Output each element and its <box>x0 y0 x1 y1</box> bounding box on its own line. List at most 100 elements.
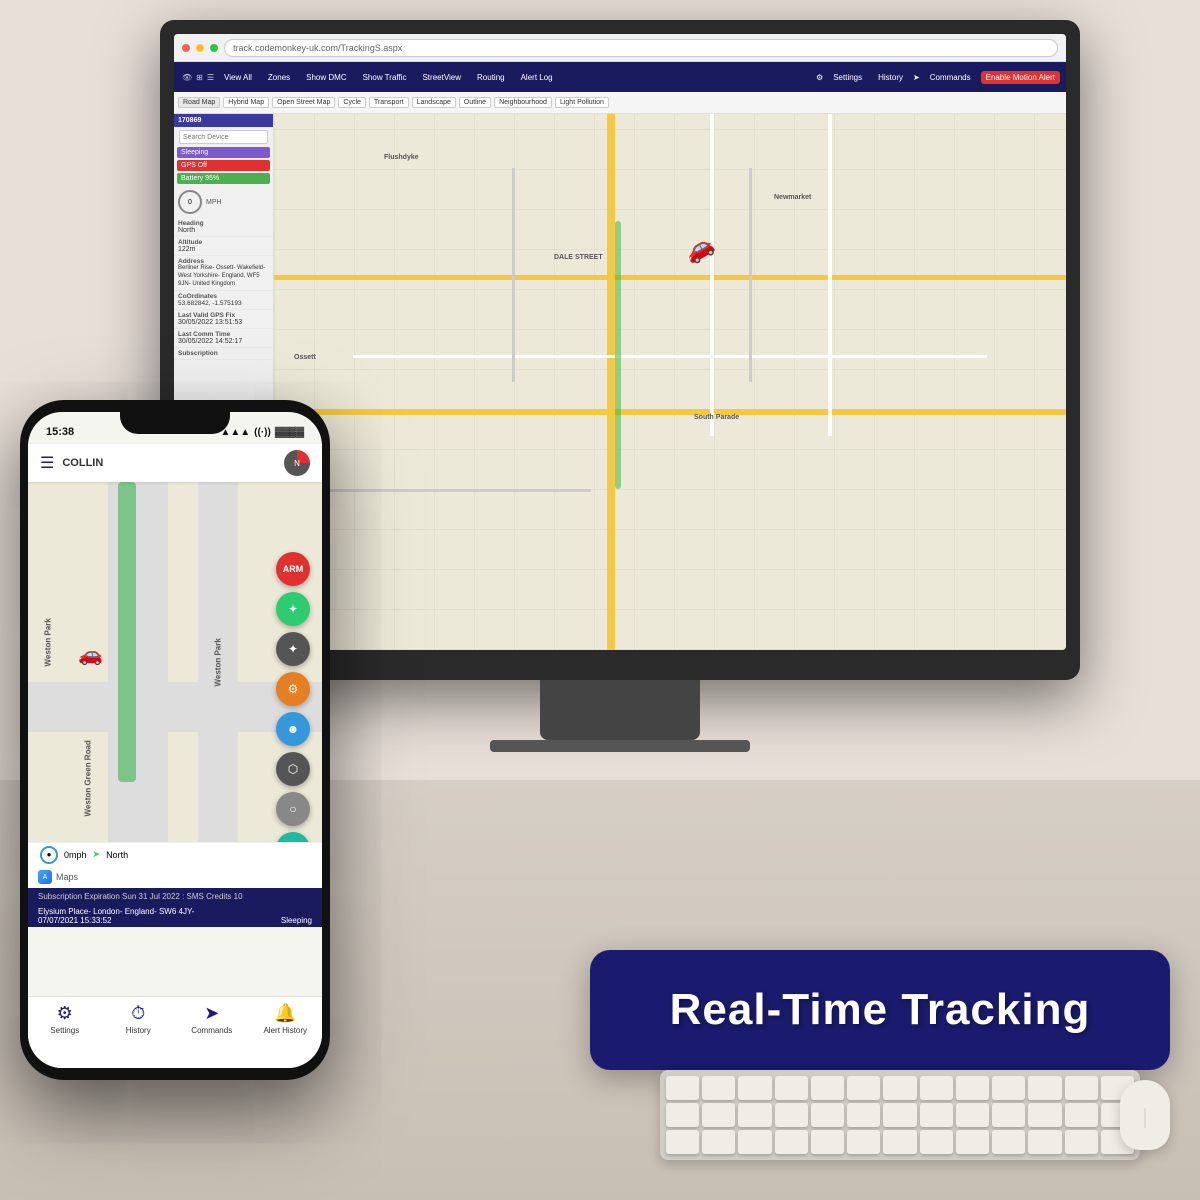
key-3[interactable] <box>738 1076 771 1100</box>
toolbar-neighbourhood[interactable]: Neighbourhood <box>494 97 552 108</box>
device-search-input[interactable] <box>179 130 268 144</box>
key-2[interactable] <box>702 1076 735 1100</box>
key-29[interactable] <box>738 1130 771 1154</box>
key-28[interactable] <box>702 1130 735 1154</box>
map-label-3: Ossett <box>294 354 316 361</box>
phone-footer: ⚙ Settings ⏱ History ➤ Commands 🔔 Alert … <box>28 996 322 1068</box>
nav-streetview[interactable]: StreetView <box>416 71 467 84</box>
key-36[interactable] <box>992 1130 1025 1154</box>
key-17[interactable] <box>775 1103 808 1127</box>
nav-enable-alert[interactable]: Enable Motion Alert <box>981 71 1060 84</box>
key-15[interactable] <box>702 1103 735 1127</box>
key-23[interactable] <box>992 1103 1025 1127</box>
action-btn-5[interactable]: ⬡ <box>276 752 310 786</box>
key-14[interactable] <box>666 1103 699 1127</box>
map-background <box>274 114 1066 650</box>
key-20[interactable] <box>883 1103 916 1127</box>
key-6[interactable] <box>847 1076 880 1100</box>
map-area[interactable]: Flushdyke DALE STREET Ossett Newmarket S… <box>274 114 1066 650</box>
footer-commands[interactable]: ➤ Commands <box>175 1003 249 1035</box>
footer-alert-history[interactable]: 🔔 Alert History <box>249 1003 323 1035</box>
key-37[interactable] <box>1028 1130 1061 1154</box>
toolbar-landscape[interactable]: Landscape <box>412 97 456 108</box>
nav-show-traffic[interactable]: Show Traffic <box>357 71 413 84</box>
key-12[interactable] <box>1065 1076 1098 1100</box>
nav-icon-menu[interactable]: ☰ <box>207 73 214 82</box>
phone-map[interactable]: Weston Park Weston Park Weston Green Roa… <box>28 482 322 842</box>
action-btn-6[interactable]: ○ <box>276 792 310 826</box>
hamburger-menu-icon[interactable]: ☰ <box>40 453 54 473</box>
maximize-dot[interactable] <box>210 44 218 52</box>
key-8[interactable] <box>920 1076 953 1100</box>
url-bar[interactable]: track.codemonkey-uk.com/TrackingS.aspx <box>224 39 1058 57</box>
key-7[interactable] <box>883 1076 916 1100</box>
action-btn-3[interactable]: ⚙ <box>276 672 310 706</box>
key-1[interactable] <box>666 1076 699 1100</box>
key-33[interactable] <box>883 1130 916 1154</box>
nav-show-dmc[interactable]: Show DMC <box>300 71 352 84</box>
key-10[interactable] <box>992 1076 1025 1100</box>
nav-alert-log[interactable]: Alert Log <box>515 71 559 84</box>
nav-routing[interactable]: Routing <box>471 71 511 84</box>
phone-map-label-3: Weston Green Road <box>84 740 93 816</box>
key-9[interactable] <box>956 1076 989 1100</box>
toolbar-light-pollution[interactable]: Light Pollution <box>555 97 609 108</box>
toolbar-open-street[interactable]: Open Street Map <box>272 97 335 108</box>
maps-label: Maps <box>56 872 78 882</box>
key-16[interactable] <box>738 1103 771 1127</box>
key-35[interactable] <box>956 1130 989 1154</box>
compass-icon[interactable]: N <box>284 450 310 476</box>
nav-icon-settings-right[interactable]: ⚙ <box>816 73 823 82</box>
toolbar-outline[interactable]: Outline <box>459 97 491 108</box>
key-19[interactable] <box>847 1103 880 1127</box>
nav-history[interactable]: History <box>872 71 909 84</box>
key-38[interactable] <box>1065 1130 1098 1154</box>
history-icon: ⏱ <box>131 1003 145 1024</box>
key-18[interactable] <box>811 1103 844 1127</box>
status-battery: Battery 95% <box>177 173 270 184</box>
key-34[interactable] <box>920 1130 953 1154</box>
action-btn-7[interactable]: ⊞ <box>276 832 310 842</box>
nav-icons: 👁 ⊞ ☰ <box>182 73 214 82</box>
key-32[interactable] <box>847 1130 880 1154</box>
footer-history[interactable]: ⏱ History <box>102 1003 176 1035</box>
key-21[interactable] <box>920 1103 953 1127</box>
action-btn-1[interactable]: ✦ <box>276 592 310 626</box>
address-row: Address Berliner Rise- Ossett- Wakefield… <box>174 256 273 291</box>
nav-icon-commands[interactable]: ➤ <box>913 73 920 82</box>
key-27[interactable] <box>666 1130 699 1154</box>
speed-unit: MPH <box>206 199 222 206</box>
nav-icon-eye[interactable]: 👁 <box>182 73 192 82</box>
nav-settings[interactable]: Settings <box>827 71 868 84</box>
minimize-dot[interactable] <box>196 44 204 52</box>
key-4[interactable] <box>775 1076 808 1100</box>
nav-view-all[interactable]: View All <box>218 71 258 84</box>
settings-icon: ⚙ <box>57 1003 73 1024</box>
key-11[interactable] <box>1028 1076 1061 1100</box>
nav-commands[interactable]: Commands <box>924 71 977 84</box>
key-22[interactable] <box>956 1103 989 1127</box>
toolbar-hybrid[interactable]: Hybrid Map <box>223 97 269 108</box>
mouse[interactable] <box>1120 1080 1170 1150</box>
speed-display: 0 MPH <box>174 186 273 218</box>
footer-settings[interactable]: ⚙ Settings <box>28 1003 102 1035</box>
arm-button[interactable]: ARM <box>276 552 310 586</box>
toolbar-transport[interactable]: Transport <box>369 97 409 108</box>
key-31[interactable] <box>811 1130 844 1154</box>
phone-notch <box>120 412 230 434</box>
phone-speed-value: 0mph <box>64 850 87 860</box>
action-btn-2[interactable]: ✦ <box>276 632 310 666</box>
device-id-bar: 170869 <box>174 114 273 127</box>
nav-icon-grid[interactable]: ⊞ <box>196 73 203 82</box>
toolbar-road-map[interactable]: Road Map <box>178 97 220 108</box>
keyboard <box>660 1070 1140 1160</box>
action-btn-4[interactable]: ☻ <box>276 712 310 746</box>
nav-zones[interactable]: Zones <box>262 71 296 84</box>
key-25[interactable] <box>1065 1103 1098 1127</box>
close-dot[interactable] <box>182 44 190 52</box>
key-5[interactable] <box>811 1076 844 1100</box>
key-24[interactable] <box>1028 1103 1061 1127</box>
phone-direction-icon: ➤ <box>93 849 101 860</box>
toolbar-cycle[interactable]: Cycle <box>338 97 366 108</box>
key-30[interactable] <box>775 1130 808 1154</box>
